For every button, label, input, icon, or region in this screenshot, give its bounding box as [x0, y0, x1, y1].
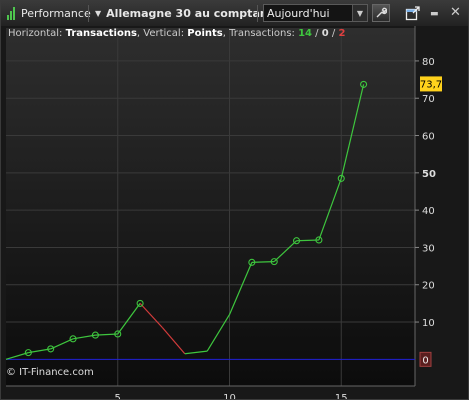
- close-icon: ✕: [450, 5, 461, 20]
- chart-status-line: Horizontal: Transactions, Vertical: Poin…: [8, 28, 345, 39]
- horizontal-axis-name: Transactions: [65, 28, 137, 39]
- equity-chart: 10203040506070805 10 1573,70: [1, 26, 468, 399]
- last-value-label: 73,7: [420, 79, 442, 90]
- toolbar-divider: [88, 5, 89, 22]
- period-select[interactable]: Aujourd'hui ▼: [263, 4, 368, 22]
- x-tick-label: 5: [115, 393, 121, 399]
- status-mid: , Vertical:: [136, 28, 188, 39]
- popout-button[interactable]: [404, 4, 422, 22]
- y-tick-label: 30: [422, 243, 435, 254]
- separator: /: [312, 28, 322, 39]
- transactions-label: , Transactions:: [222, 28, 299, 39]
- vertical-axis-name: Points: [187, 28, 223, 39]
- y-tick-label: 70: [422, 94, 435, 105]
- period-value: Aujourd'hui: [267, 6, 330, 20]
- watermark: © IT-Finance.com: [6, 367, 94, 378]
- y-tick-label: 80: [422, 57, 435, 68]
- minimize-icon: ▬: [430, 9, 439, 19]
- losing-trades-count: 2: [338, 28, 346, 39]
- dropdown-arrow-icon: ▼: [95, 9, 102, 18]
- neutral-trades-count: 0: [321, 28, 329, 39]
- x-tick-label: 10: [223, 393, 236, 399]
- y-tick-label: 60: [422, 132, 435, 143]
- performance-tab[interactable]: Performance: [7, 4, 91, 23]
- y-tick-label: 40: [422, 206, 435, 217]
- separator: /: [328, 28, 339, 39]
- status-prefix: Horizontal:: [8, 28, 66, 39]
- toolbar-divider: [257, 5, 258, 22]
- performance-label: Performance: [21, 7, 91, 20]
- toolbar: Performance ▼ Allemagne 30 au comptant (…: [1, 1, 468, 27]
- performance-bars-icon: [7, 7, 16, 20]
- y-tick-label: 50: [422, 169, 436, 180]
- plot-area: [6, 28, 415, 386]
- chevron-down-icon[interactable]: ▼: [352, 5, 367, 21]
- y-tick-label: 20: [422, 281, 435, 292]
- zero-value-label: 0: [422, 355, 428, 366]
- popout-window-icon: [405, 6, 420, 21]
- minimize-button[interactable]: ▬: [430, 4, 439, 23]
- performance-window: Performance ▼ Allemagne 30 au comptant (…: [0, 0, 469, 400]
- settings-button[interactable]: [372, 4, 390, 22]
- close-button[interactable]: ✕: [450, 4, 461, 22]
- wrench-icon: [376, 7, 387, 18]
- instrument-selector[interactable]: ▼ Allemagne 30 au comptant (-): [95, 4, 291, 23]
- winning-trades-count: 14: [298, 28, 312, 39]
- y-tick-label: 10: [422, 318, 435, 329]
- x-tick-label: 15: [335, 393, 348, 399]
